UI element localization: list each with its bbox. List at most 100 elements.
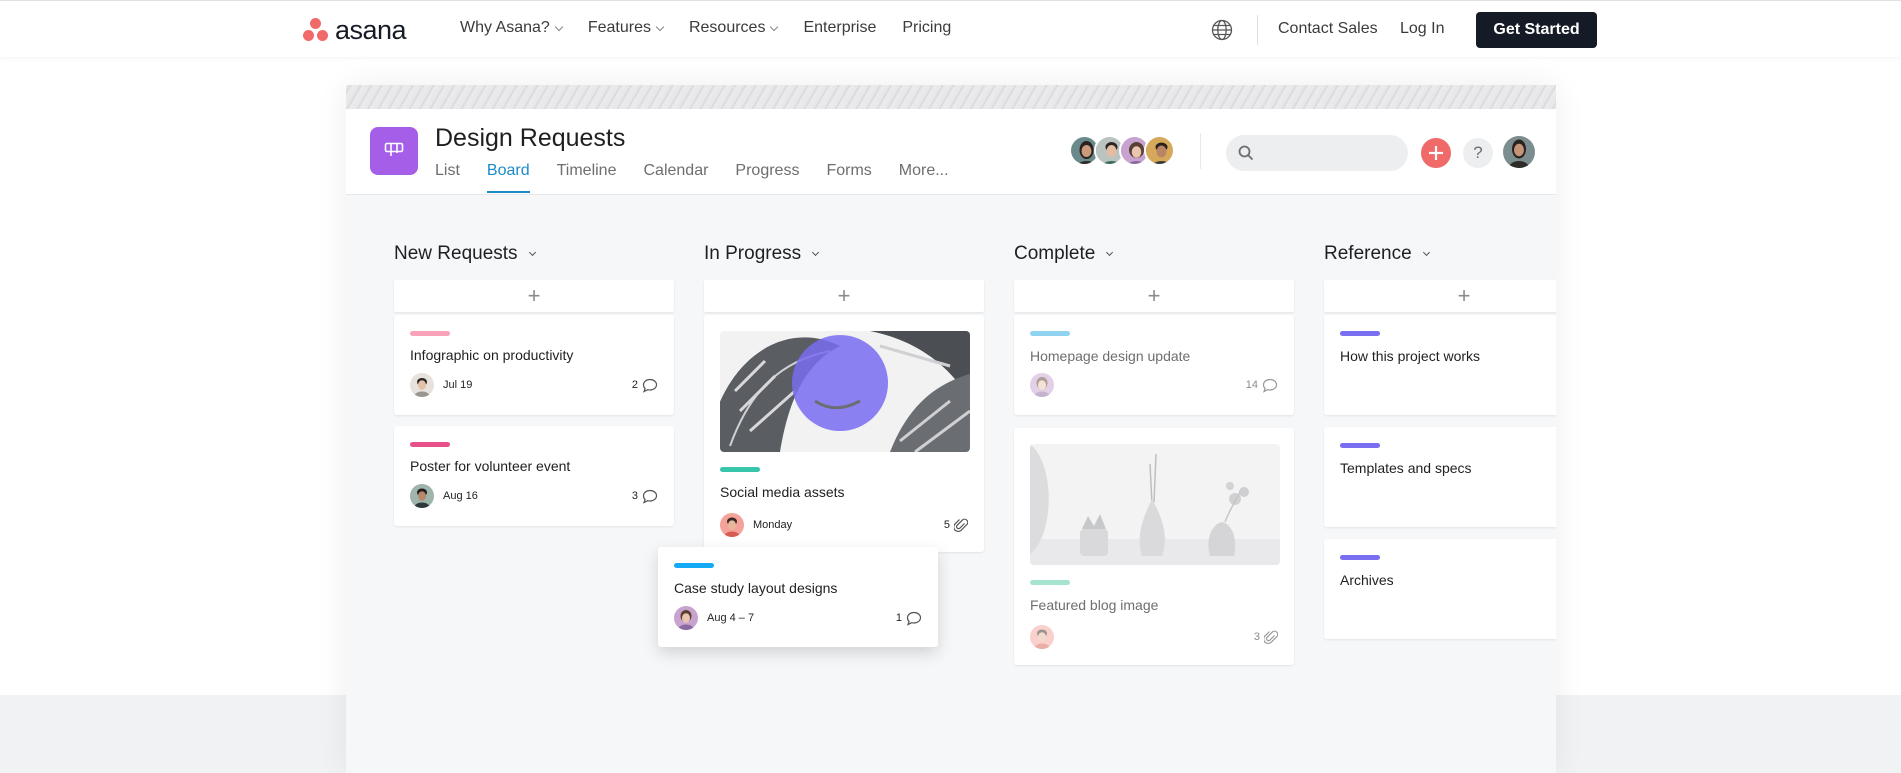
nav-resources[interactable]: Resources (688, 19, 779, 37)
column-header[interactable]: New Requests (394, 242, 674, 266)
avatar (1144, 135, 1175, 166)
tab-board[interactable]: Board (486, 162, 530, 193)
tab-list[interactable]: List (435, 162, 460, 193)
tab-timeline[interactable]: Timeline (557, 162, 617, 193)
task-footer: 3 (1030, 625, 1278, 649)
chevron-down-icon (1106, 248, 1114, 257)
task-card[interactable]: Templates and specs (1324, 427, 1556, 527)
header-texture (346, 85, 1556, 109)
comment-count-value: 1 (895, 612, 902, 624)
attachment-count-value: 3 (1253, 631, 1260, 643)
search-input[interactable] (1226, 135, 1408, 171)
task-title: How this project works (1340, 348, 1481, 364)
due-date: Monday (753, 519, 793, 531)
primary-nav: Why Asana? Features Resources Enterprise… (460, 19, 977, 37)
comment-icon (642, 378, 658, 393)
attachment-count[interactable]: 3 (1254, 629, 1278, 645)
task-tag (1030, 331, 1070, 336)
nav-link-label: Why Asana? (460, 19, 550, 36)
column-title: Reference (1324, 243, 1412, 264)
column-title: In Progress (704, 243, 802, 264)
comment-icon (1262, 378, 1278, 393)
task-card[interactable]: Featured blog image 3 (1014, 428, 1294, 665)
project-header: Design Requests List Board Timeline Cale… (346, 109, 1556, 195)
task-footer: Aug 16 3 (410, 484, 658, 508)
assignee-avatar[interactable] (410, 373, 434, 397)
log-in-link[interactable]: Log In (1400, 20, 1444, 38)
chevron-down-icon (1422, 248, 1430, 257)
task-card[interactable]: How this project works (1324, 315, 1556, 415)
comment-icon (642, 489, 658, 504)
nav-features[interactable]: Features (587, 19, 665, 37)
assignee-avatar[interactable] (674, 606, 698, 630)
due-date: Aug 16 (443, 490, 478, 502)
column-header[interactable]: Reference (1324, 242, 1556, 266)
help-button[interactable]: ? (1463, 138, 1493, 168)
attachment-count[interactable]: 5 (944, 517, 968, 533)
board-column-complete: Complete + (1014, 242, 1294, 312)
project-members[interactable] (1069, 135, 1175, 166)
get-started-button[interactable]: Get Started (1476, 12, 1597, 48)
task-card[interactable]: Homepage design update 14 (1014, 315, 1294, 415)
nav-pricing[interactable]: Pricing (902, 19, 951, 37)
column-header[interactable]: Complete (1014, 242, 1294, 266)
nav-enterprise[interactable]: Enterprise (803, 19, 876, 37)
chevron-down-icon (812, 248, 820, 257)
task-title: Social media assets (720, 484, 845, 500)
task-card[interactable]: Archives (1324, 539, 1556, 639)
tab-forms[interactable]: Forms (826, 162, 871, 193)
tab-progress[interactable]: Progress (735, 162, 799, 193)
add-task-button[interactable]: + (394, 280, 674, 312)
project-title: Design Requests (435, 124, 626, 152)
task-title: Archives (1340, 572, 1394, 588)
nav-link-label: Enterprise (803, 19, 877, 36)
add-task-button[interactable]: + (704, 280, 984, 312)
asana-logo[interactable]: asana (303, 15, 407, 45)
globe-icon[interactable] (1211, 19, 1233, 41)
task-card[interactable]: Social media assets Monday 5 (704, 315, 984, 552)
assignee-avatar[interactable] (720, 513, 744, 537)
assignee-avatar[interactable] (410, 484, 434, 508)
comment-count[interactable]: 14 (1246, 378, 1278, 393)
comment-count-value: 3 (631, 490, 638, 502)
task-tag (410, 331, 450, 336)
comment-count[interactable]: 3 (632, 489, 658, 504)
task-title: Poster for volunteer event (410, 458, 571, 474)
assignee-avatar[interactable] (1030, 373, 1054, 397)
column-header[interactable]: In Progress (704, 242, 984, 266)
nav-link-label: Pricing (902, 19, 952, 36)
nav-why-asana[interactable]: Why Asana? (460, 19, 564, 37)
comment-count[interactable]: 2 (632, 378, 658, 393)
tab-calendar[interactable]: Calendar (643, 162, 708, 193)
task-tag (674, 563, 714, 568)
task-tag (1340, 331, 1380, 336)
paperclip-icon (1264, 630, 1278, 645)
board-column-in-progress: In Progress + (704, 242, 984, 312)
due-date: Aug 4 – 7 (707, 612, 755, 624)
user-avatar[interactable] (1503, 136, 1535, 168)
site-header: asana Why Asana? Features Resources Ente… (0, 0, 1901, 57)
attachment-count-value: 5 (943, 519, 950, 531)
monstera-leaf-image (720, 331, 970, 452)
tab-more[interactable]: More... (899, 162, 949, 193)
quick-add-button[interactable] (1421, 138, 1451, 168)
add-task-button[interactable]: + (1324, 280, 1556, 312)
board-icon[interactable] (370, 127, 418, 175)
product-screenshot: Design Requests List Board Timeline Cale… (346, 85, 1556, 773)
comment-count[interactable]: 1 (896, 611, 922, 626)
contact-sales-link[interactable]: Contact Sales (1278, 20, 1378, 38)
nav-link-label: Features (587, 19, 651, 36)
nav-link-label: Resources (688, 19, 766, 36)
task-tag (1340, 555, 1380, 560)
column-title: New Requests (394, 243, 518, 264)
add-task-button[interactable]: + (1014, 280, 1294, 312)
paperclip-icon (954, 518, 968, 533)
dragged-task-card[interactable]: Case study layout designs Aug 4 – 7 1 (658, 547, 938, 647)
task-card[interactable]: Poster for volunteer event Aug 16 3 (394, 426, 674, 526)
task-tag (720, 467, 760, 472)
due-date: Jul 19 (443, 379, 473, 391)
task-card[interactable]: Infographic on productivity Jul 19 2 (394, 315, 674, 415)
header-divider (1200, 133, 1201, 169)
task-footer: Jul 19 2 (410, 373, 658, 397)
assignee-avatar[interactable] (1030, 625, 1054, 649)
